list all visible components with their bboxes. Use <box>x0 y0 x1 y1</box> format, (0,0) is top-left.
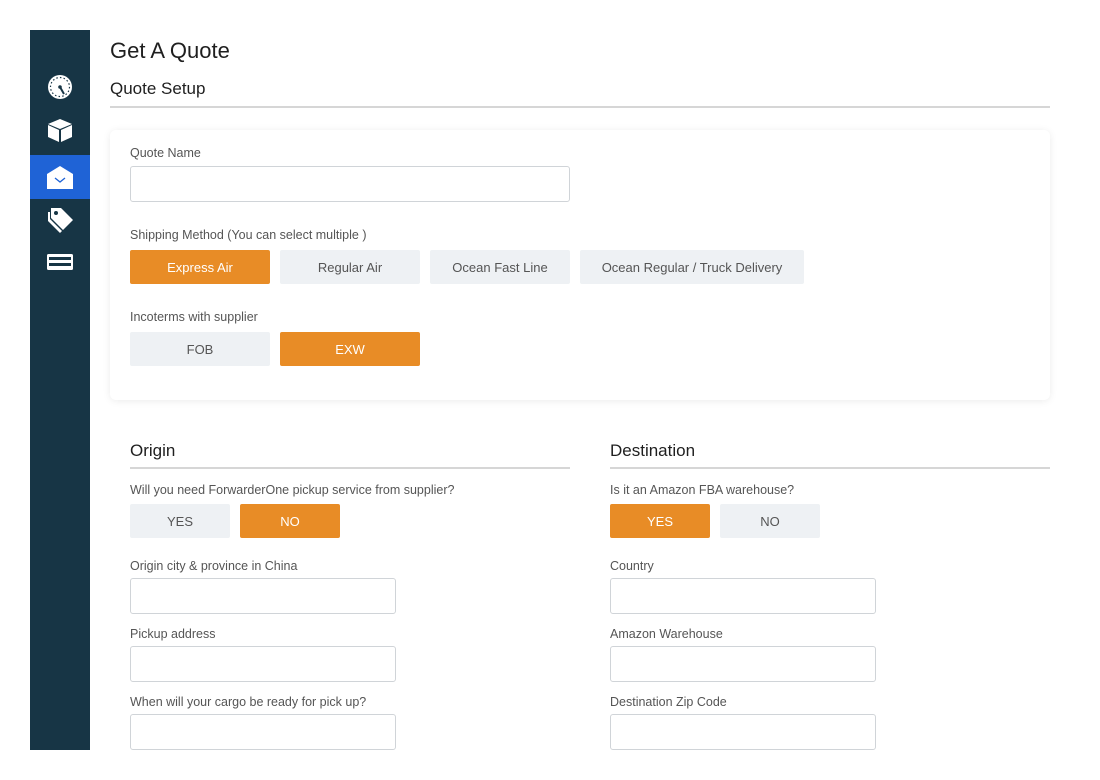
pickup-yes-button[interactable]: YES <box>130 504 230 538</box>
envelope-icon <box>45 163 75 191</box>
country-input[interactable] <box>610 578 876 614</box>
origin-city-label: Origin city & province in China <box>130 559 298 573</box>
destination-divider <box>610 467 1050 469</box>
origin-divider <box>130 467 570 469</box>
credit-card-icon <box>46 250 74 274</box>
destination-zip-label: Destination Zip Code <box>610 695 727 709</box>
quote-name-label: Quote Name <box>130 146 201 160</box>
incoterm-fob-button[interactable]: FOB <box>130 332 270 366</box>
shipping-ocean-regular-truck-button[interactable]: Ocean Regular / Truck Delivery <box>580 250 804 284</box>
sidebar-item-tags[interactable] <box>30 198 90 242</box>
pickup-address-label: Pickup address <box>130 627 216 641</box>
sidebar-item-shipments[interactable] <box>30 108 90 152</box>
page-title: Get A Quote <box>110 38 230 63</box>
fba-yes-button[interactable]: YES <box>610 504 710 538</box>
quote-name-input[interactable] <box>130 166 570 202</box>
tags-icon <box>45 206 75 234</box>
origin-title: Origin <box>130 441 176 460</box>
country-label: Country <box>610 559 654 573</box>
shipping-express-air-button[interactable]: Express Air <box>130 250 270 284</box>
sidebar <box>30 30 90 750</box>
sidebar-item-dashboard[interactable] <box>30 65 90 109</box>
origin-city-input[interactable] <box>130 578 396 614</box>
section-divider <box>110 106 1050 108</box>
incoterms-label: Incoterms with supplier <box>130 310 258 324</box>
box-icon <box>46 116 74 144</box>
fba-no-button[interactable]: NO <box>720 504 820 538</box>
pickup-no-button[interactable]: NO <box>240 504 340 538</box>
pickup-address-input[interactable] <box>130 646 396 682</box>
amazon-warehouse-input[interactable] <box>610 646 876 682</box>
cargo-ready-input[interactable] <box>130 714 396 750</box>
quote-setup-card: Quote Name Shipping Method (You can sele… <box>110 130 1050 400</box>
incoterm-exw-button[interactable]: EXW <box>280 332 420 366</box>
speedometer-icon <box>46 73 74 101</box>
section-title-quote-setup: Quote Setup <box>110 79 206 98</box>
fba-question-label: Is it an Amazon FBA warehouse? <box>610 483 795 497</box>
cargo-ready-label: When will your cargo be ready for pick u… <box>130 695 367 709</box>
pickup-question-label: Will you need ForwarderOne pickup servic… <box>130 483 455 497</box>
destination-title: Destination <box>610 441 696 460</box>
sidebar-item-billing[interactable] <box>30 240 90 284</box>
amazon-warehouse-label: Amazon Warehouse <box>610 627 723 641</box>
shipping-method-label: Shipping Method (You can select multiple… <box>130 228 367 242</box>
destination-zip-input[interactable] <box>610 714 876 750</box>
shipping-regular-air-button[interactable]: Regular Air <box>280 250 420 284</box>
shipping-ocean-fast-line-button[interactable]: Ocean Fast Line <box>430 250 570 284</box>
sidebar-item-quotes[interactable] <box>30 155 90 199</box>
